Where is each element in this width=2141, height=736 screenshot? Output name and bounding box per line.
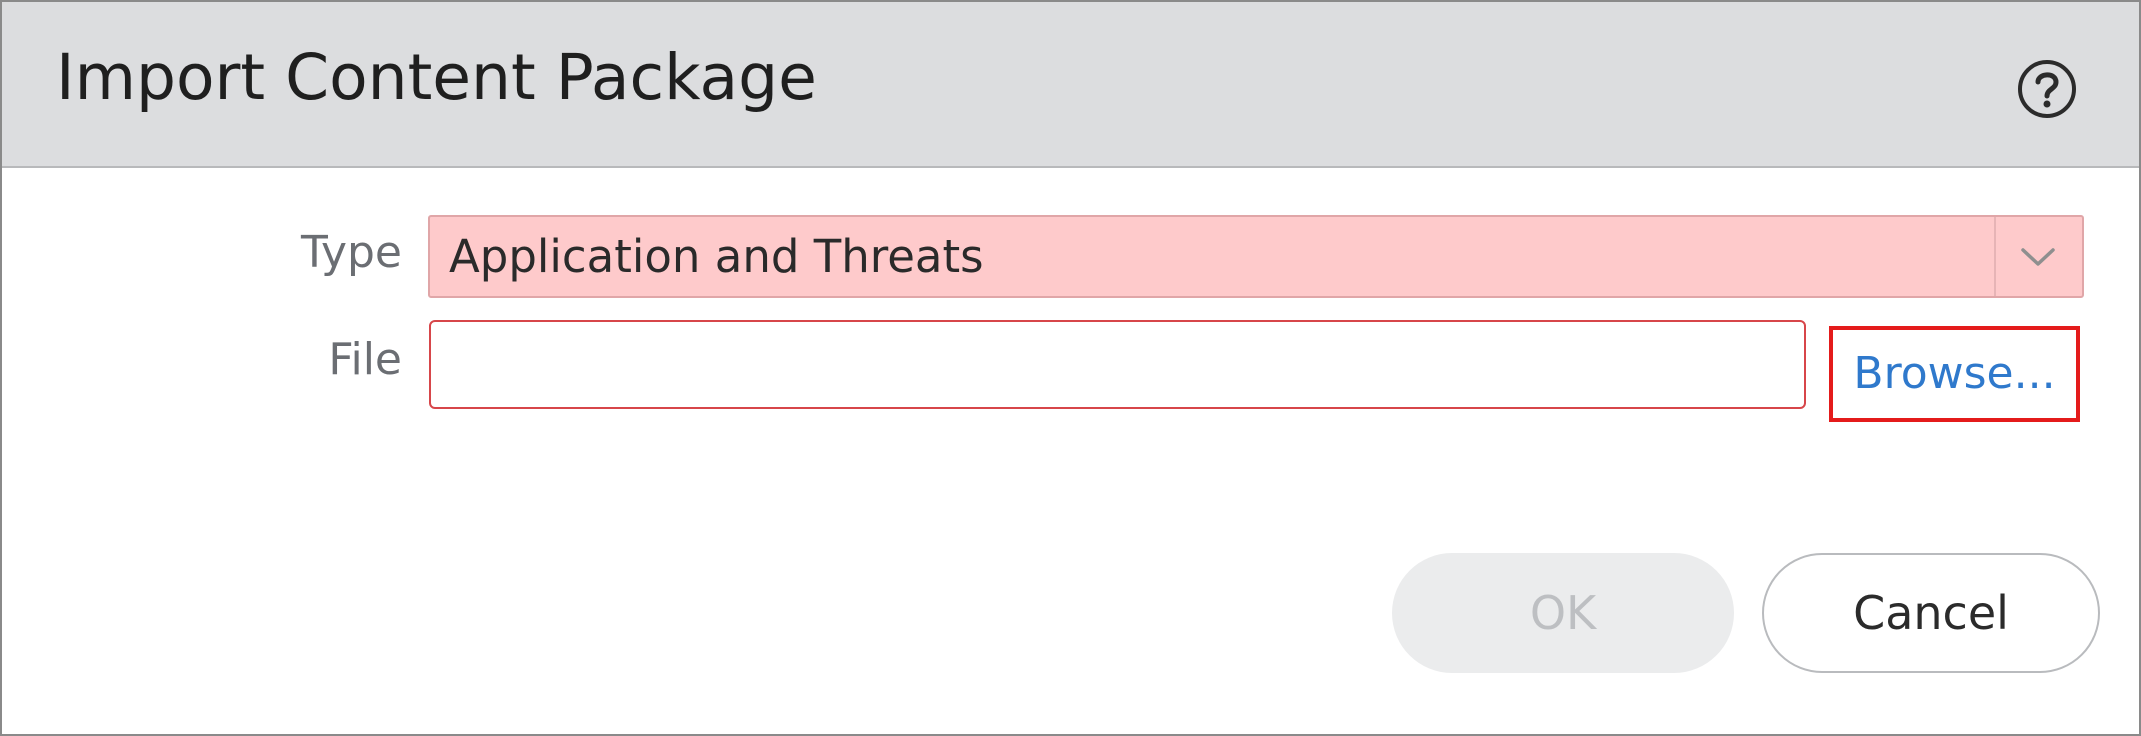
type-selected-value: Application and Threats bbox=[449, 230, 984, 283]
dialog-title: Import Content Package bbox=[56, 41, 817, 114]
type-label: Type bbox=[300, 227, 402, 278]
question-circle-icon[interactable] bbox=[2016, 58, 2078, 120]
browse-button[interactable]: Browse... bbox=[1829, 326, 2080, 422]
file-label: File bbox=[328, 334, 402, 385]
dialog-header: Import Content Package bbox=[2, 2, 2139, 168]
cancel-button[interactable]: Cancel bbox=[1762, 553, 2100, 673]
ok-button[interactable]: OK bbox=[1392, 553, 1734, 673]
import-content-package-dialog: Import Content Package Type Application … bbox=[0, 0, 2141, 736]
chevron-down-icon[interactable] bbox=[2011, 235, 2065, 279]
select-divider bbox=[1994, 217, 1996, 296]
file-input[interactable] bbox=[429, 320, 1806, 409]
type-select[interactable]: Application and Threats bbox=[428, 215, 2084, 298]
